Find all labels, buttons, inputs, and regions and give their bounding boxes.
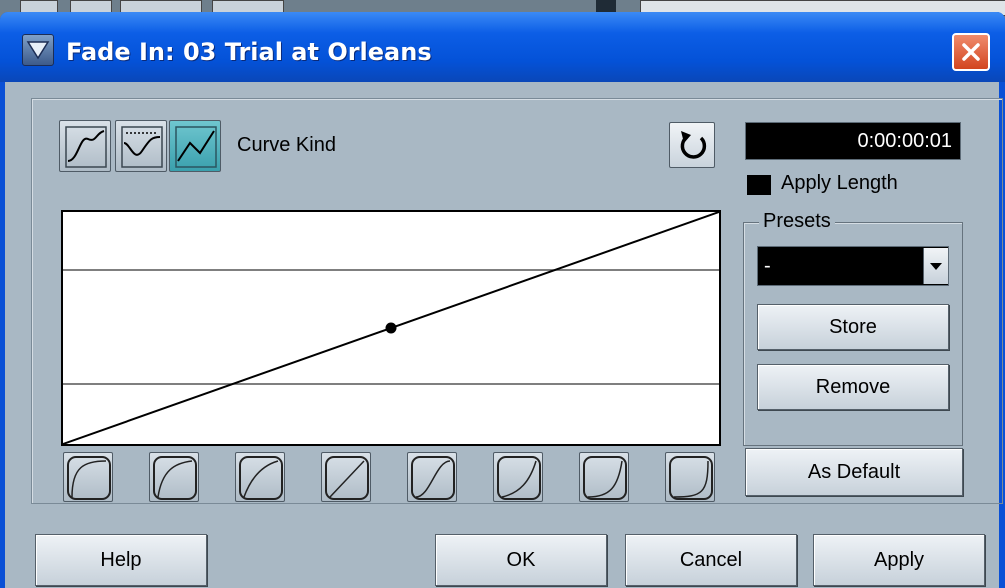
presets-legend: Presets [759,210,835,233]
curve-preset-6-button[interactable] [493,452,543,502]
dialog-body: Curve Kind 0:00:00:01 Apply Length Prese… [5,82,1003,588]
curve-preset-8-button[interactable] [665,452,715,502]
store-preset-button[interactable]: Store [757,304,949,350]
cancel-button[interactable]: Cancel [625,534,797,586]
damped-spline-curve-icon [121,126,163,168]
curve-shape-icon [325,456,369,500]
fade-length-field[interactable]: 0:00:00:01 [745,122,961,160]
chevron-down-icon [930,263,942,270]
curve-control-point [385,322,397,334]
fade-curve-plot [62,211,720,445]
curve-preset-5-button[interactable] [407,452,457,502]
curve-preset-7-button[interactable] [579,452,629,502]
curve-shape-icon [583,456,627,500]
close-icon [962,43,980,61]
title-bar[interactable]: Fade In: 03 Trial at Orleans [0,12,1005,82]
help-button[interactable]: Help [35,534,207,586]
as-default-button[interactable]: As Default [745,448,963,496]
restore-button[interactable] [669,122,715,168]
curve-preset-3-button[interactable] [235,452,285,502]
close-button[interactable] [952,33,990,71]
apply-length-checkbox[interactable] [747,175,771,195]
curve-kind-label: Curve Kind [237,134,336,156]
refresh-icon [680,131,707,159]
curve-shape-icon [153,456,197,500]
remove-preset-button[interactable]: Remove [757,364,949,410]
curve-kind-damped-spline-button[interactable] [115,120,167,172]
apply-length-label: Apply Length [781,172,898,194]
linear-curve-icon [175,126,217,168]
curve-shape-icon [239,456,283,500]
fade-in-dialog: Fade In: 03 Trial at Orleans Curve Kind … [0,12,1005,588]
fade-curve-graph[interactable] [61,210,721,446]
spline-curve-icon [65,126,107,168]
curve-shape-icon [497,456,541,500]
curve-shape-icon [67,456,111,500]
window-title: Fade In: 03 Trial at Orleans [66,38,432,66]
curve-kind-linear-button[interactable] [169,120,221,172]
ok-button[interactable]: OK [435,534,607,586]
curve-preset-1-button[interactable] [63,452,113,502]
app-logo-icon [22,34,54,66]
curve-kind-spline-button[interactable] [59,120,111,172]
curve-shape-icon [669,456,713,500]
apply-button[interactable]: Apply [813,534,985,586]
curve-preset-2-button[interactable] [149,452,199,502]
curve-shape-icon [411,456,455,500]
curve-preset-4-button[interactable] [321,452,371,502]
presets-select[interactable]: - [757,246,949,286]
presets-dropdown-button[interactable] [923,248,948,284]
presets-selected-value: - [764,254,771,277]
